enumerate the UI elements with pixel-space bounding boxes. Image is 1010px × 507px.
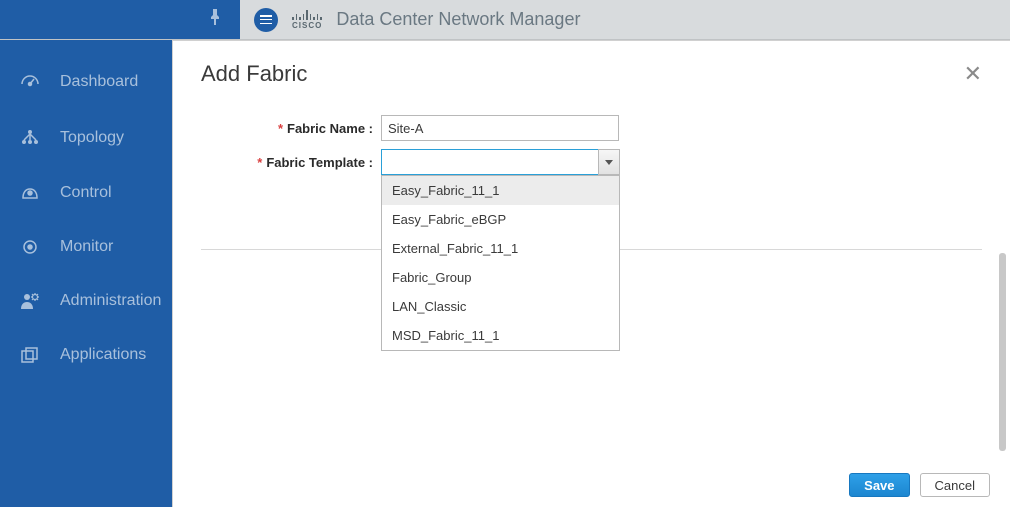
add-fabric-modal: Add Fabric ✕ *Fabric Name : *Fabric Temp… [172, 40, 1010, 507]
fabric-name-row: *Fabric Name : [201, 115, 982, 141]
app-title: Data Center Network Manager [336, 9, 580, 30]
cisco-logo: CISCO [292, 10, 322, 30]
sidebar-item-label: Topology [60, 129, 124, 147]
menu-toggle-button[interactable] [254, 8, 278, 32]
dropdown-option[interactable]: Easy_Fabric_11_1 [382, 176, 619, 205]
fabric-template-dropdown-button[interactable] [598, 149, 620, 175]
modal-header: Add Fabric ✕ [173, 41, 1010, 99]
fabric-template-label: *Fabric Template : [201, 155, 381, 170]
top-bar-left [0, 0, 240, 39]
fabric-template-input[interactable] [381, 149, 598, 175]
fabric-name-label: *Fabric Name : [201, 121, 381, 136]
dropdown-option[interactable]: MSD_Fabric_11_1 [382, 321, 619, 350]
form-area: *Fabric Name : *Fabric Template : Easy_F… [173, 99, 1010, 175]
dropdown-option[interactable]: LAN_Classic [382, 292, 619, 321]
dropdown-option[interactable]: Easy_Fabric_eBGP [382, 205, 619, 234]
sidebar-item-label: Dashboard [60, 73, 138, 91]
administration-icon [18, 292, 42, 310]
pin-icon[interactable] [208, 9, 222, 30]
cancel-button[interactable]: Cancel [920, 473, 990, 497]
fabric-name-input[interactable] [381, 115, 619, 141]
chevron-down-icon [605, 160, 613, 165]
close-icon[interactable]: ✕ [964, 61, 982, 87]
fabric-template-dropdown: Easy_Fabric_11_1 Easy_Fabric_eBGP Extern… [381, 175, 620, 351]
sidebar-item-label: Administration [60, 292, 161, 310]
modal-footer: Save Cancel [173, 465, 1010, 507]
cisco-logo-text: CISCO [292, 21, 322, 30]
hamburger-icon [260, 15, 272, 24]
monitor-icon [18, 240, 42, 254]
save-button[interactable]: Save [849, 473, 909, 497]
dropdown-option[interactable]: External_Fabric_11_1 [382, 234, 619, 263]
fabric-template-combo: Easy_Fabric_11_1 Easy_Fabric_eBGP Extern… [381, 149, 620, 175]
sidebar-item-label: Monitor [60, 238, 113, 256]
sidebar-item-label: Applications [60, 346, 146, 364]
top-bar: CISCO Data Center Network Manager [0, 0, 1010, 40]
modal-title: Add Fabric [201, 61, 307, 87]
sidebar-item-label: Control [60, 184, 112, 202]
applications-icon [18, 346, 42, 364]
control-icon [18, 184, 42, 202]
topology-icon [18, 128, 42, 148]
dropdown-option[interactable]: Fabric_Group [382, 263, 619, 292]
dashboard-icon [18, 72, 42, 92]
fabric-template-row: *Fabric Template : Easy_Fabric_11_1 Easy… [201, 149, 982, 175]
scrollbar-thumb[interactable] [999, 253, 1006, 451]
